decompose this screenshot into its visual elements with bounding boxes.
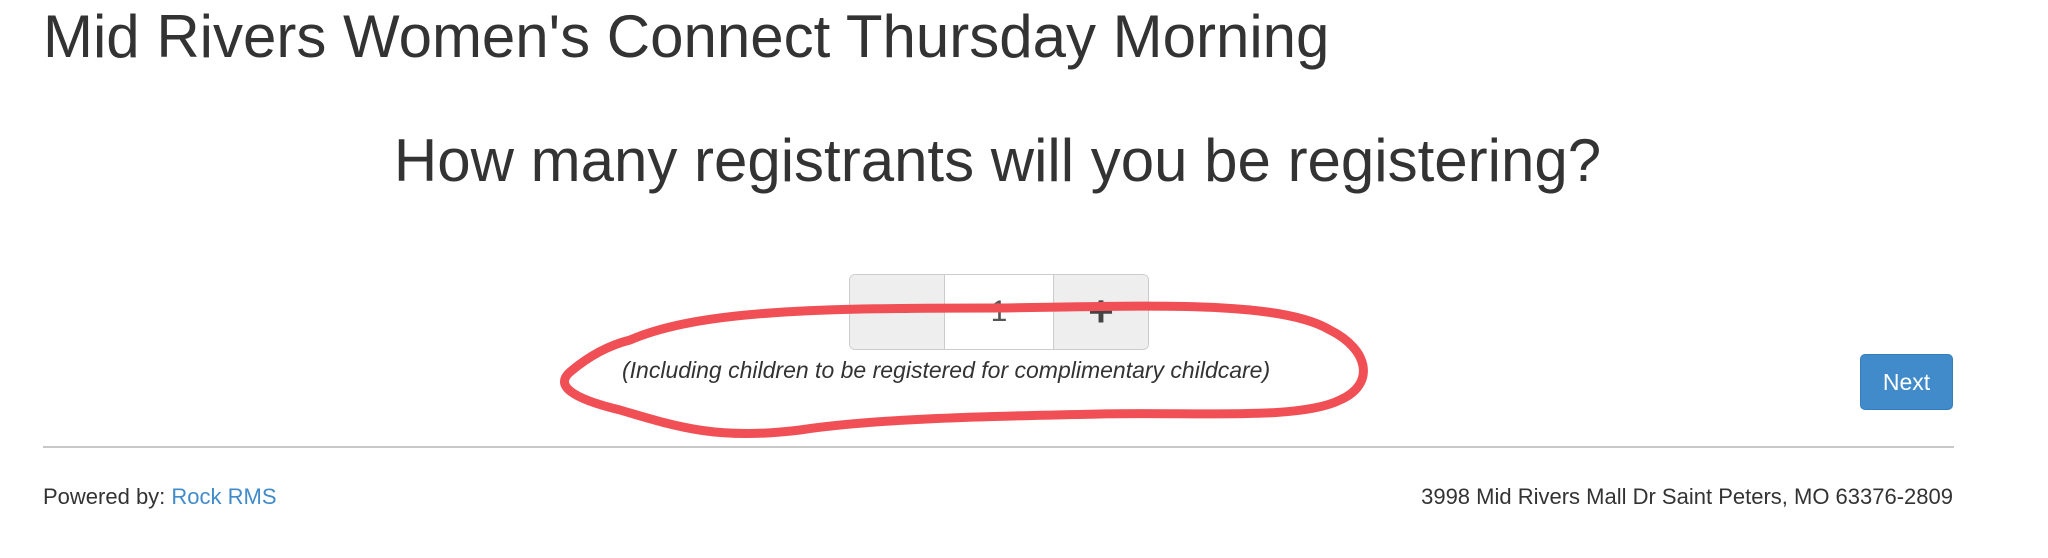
registrant-count-input[interactable]: 1 [945,275,1053,349]
footer-address: 3998 Mid Rivers Mall Dr Saint Peters, MO… [1421,484,1953,509]
childcare-hint: (Including children to be registered for… [622,357,1271,383]
registrant-count-stepper: − 1 + [849,274,1149,350]
registration-page: Mid Rivers Women's Connect Thursday Morn… [0,0,2048,558]
next-button[interactable]: Next [1860,354,1953,410]
footer-divider [43,446,1954,448]
powered-by: Powered by: Rock RMS [43,484,277,510]
increment-button[interactable]: + [1053,275,1148,349]
rock-rms-link[interactable]: Rock RMS [171,484,276,509]
event-title: Mid Rivers Women's Connect Thursday Morn… [43,3,1330,70]
registrant-count-question: How many registrants will you be registe… [393,127,1602,194]
powered-by-label: Powered by: [43,484,166,509]
decrement-button[interactable]: − [850,275,945,349]
